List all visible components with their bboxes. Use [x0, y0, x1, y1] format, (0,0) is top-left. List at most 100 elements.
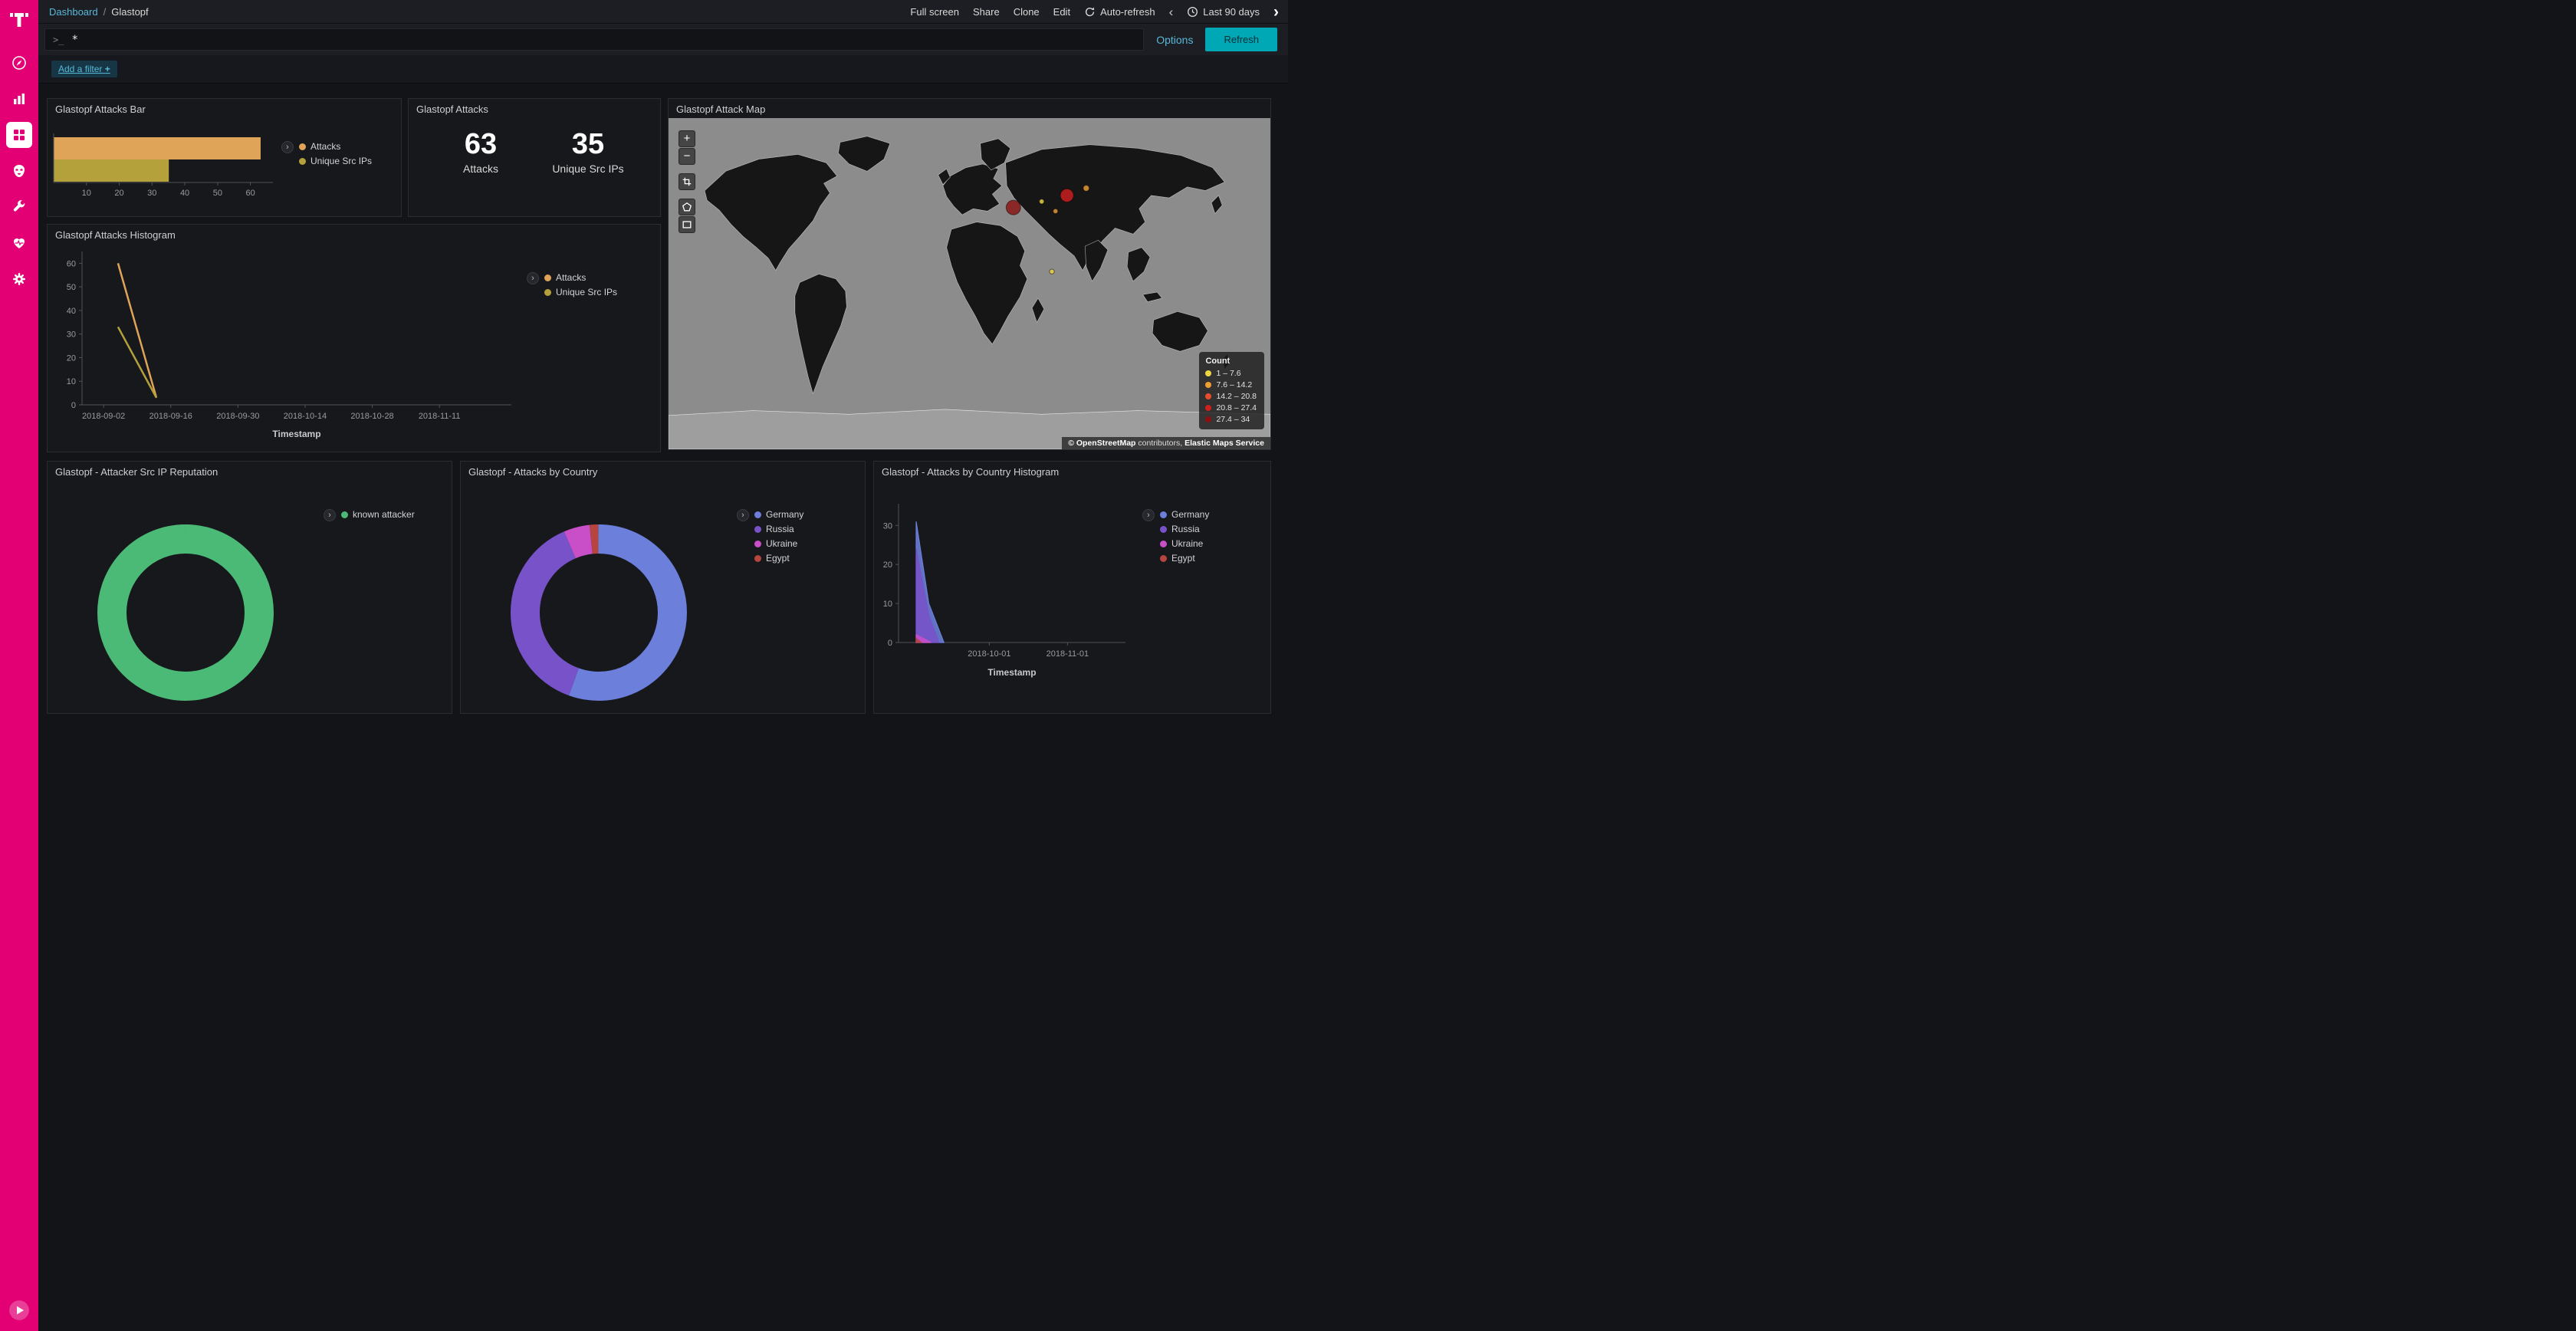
ems-attribution[interactable]: Elastic Maps Service: [1184, 439, 1264, 448]
svg-text:20: 20: [883, 560, 892, 570]
legend-item[interactable]: Ukraine: [754, 538, 803, 549]
legend-color-dot: [754, 526, 761, 533]
svg-text:2018-11-01: 2018-11-01: [1046, 649, 1089, 659]
osm-attribution[interactable]: © OpenStreetMap: [1068, 439, 1135, 448]
fit-data-bounds-button[interactable]: [678, 173, 695, 190]
zoom-in-button[interactable]: +: [678, 130, 695, 147]
panel-attacks-by-country: Glastopf - Attacks by Country ›GermanyRu…: [460, 461, 866, 714]
mask-icon: [12, 163, 27, 179]
sidebar-item-devtools[interactable]: [6, 194, 32, 220]
edit-button[interactable]: Edit: [1053, 6, 1070, 18]
bar-chart-icon: [12, 91, 27, 107]
sidebar-item-honeypot[interactable]: [6, 158, 32, 184]
metric-attacks: 63 Attacks: [439, 129, 523, 175]
legend-color-dot: [544, 289, 551, 296]
sidebar-item-monitoring[interactable]: [6, 230, 32, 256]
svg-text:50: 50: [213, 189, 222, 198]
legend-label: known attacker: [353, 509, 415, 520]
panel-title: Glastopf Attacks Bar: [48, 99, 401, 118]
draw-rectangle-button[interactable]: [678, 216, 695, 233]
sidebar-item-management[interactable]: [6, 266, 32, 292]
attacks-histogram-chart[interactable]: 01020304050602018-09-022018-09-162018-09…: [48, 244, 527, 447]
clone-button[interactable]: Clone: [1014, 6, 1040, 18]
legend-item[interactable]: Ukraine: [1160, 538, 1209, 549]
legend-item[interactable]: Russia: [1160, 524, 1209, 534]
svg-text:2018-09-16: 2018-09-16: [150, 412, 192, 421]
sidebar-expand-button[interactable]: [8, 1299, 31, 1322]
svg-text:30: 30: [147, 189, 156, 198]
crop-icon: [682, 176, 692, 187]
sidebar-item-discover[interactable]: [6, 50, 32, 76]
legend-label: Ukraine: [1171, 538, 1203, 549]
attacks-histogram-legend: › Attacks Unique Src IPs: [527, 244, 622, 452]
legend-toggle-icon[interactable]: ›: [324, 509, 336, 521]
legend-color-dot: [754, 541, 761, 547]
full-screen-button[interactable]: Full screen: [910, 6, 959, 18]
map-legend-label: 14.2 – 20.8: [1216, 392, 1257, 401]
time-range-button[interactable]: Last 90 days: [1187, 6, 1260, 18]
legend-toggle-icon[interactable]: ›: [281, 141, 294, 153]
metric-value: 63: [439, 129, 523, 161]
t-mobile-logo[interactable]: [8, 8, 31, 33]
panel-title: Glastopf Attacks Histogram: [48, 225, 660, 244]
legend-toggle-icon[interactable]: ›: [737, 509, 749, 521]
legend-color-dot: [299, 158, 306, 165]
legend-items: Attacks Unique Src IPs: [544, 272, 617, 297]
svg-text:0: 0: [71, 401, 76, 410]
sidebar-item-visualize[interactable]: [6, 86, 32, 112]
legend-item[interactable]: Germany: [754, 509, 803, 520]
zoom-out-button[interactable]: −: [678, 148, 695, 165]
metric-value: 35: [546, 129, 630, 161]
legend-toggle-icon[interactable]: ›: [1142, 509, 1155, 521]
legend-item[interactable]: Egypt: [754, 553, 803, 564]
legend-toggle-icon[interactable]: ›: [527, 272, 539, 284]
query-options-link[interactable]: Options: [1156, 34, 1193, 46]
draw-polygon-button[interactable]: [678, 199, 695, 215]
legend-item[interactable]: Egypt: [1160, 553, 1209, 564]
dashboard-icon: [12, 127, 27, 143]
share-button[interactable]: Share: [973, 6, 1000, 18]
time-forward-button[interactable]: ›: [1273, 4, 1279, 20]
dashboard-grid: Glastopf Attacks Bar 102030405060 ›Attac…: [38, 84, 1288, 666]
svg-text:50: 50: [67, 283, 76, 292]
attacks-bar-chart[interactable]: 102030405060: [48, 118, 281, 213]
auto-refresh-button[interactable]: Auto-refresh: [1084, 6, 1155, 18]
add-filter-link[interactable]: Add a filter +: [51, 61, 117, 77]
legend-item[interactable]: known attacker: [341, 509, 415, 520]
svg-text:20: 20: [67, 353, 76, 363]
legend-color-dot: [1160, 541, 1167, 547]
attacks-bar-legend: › Attacks Unique Src IPs: [281, 118, 376, 216]
terminal-prompt-icon: >_: [53, 35, 64, 45]
attacks-by-country-area-chart[interactable]: 01020302018-10-012018-11-01Timestamp: [874, 481, 1142, 712]
legend-label: Attacks: [556, 272, 586, 283]
legend-item[interactable]: Russia: [754, 524, 803, 534]
svg-text:60: 60: [245, 189, 255, 198]
sidebar-item-dashboard[interactable]: [6, 122, 32, 148]
svg-text:2018-09-30: 2018-09-30: [216, 412, 259, 421]
time-back-button[interactable]: ‹: [1169, 5, 1174, 18]
main-area: Dashboard / Glastopf Full screen Share C…: [38, 0, 1288, 666]
legend-item[interactable]: Unique Src IPs: [544, 287, 617, 297]
map-count-legend: Count 1 – 7.67.6 – 14.214.2 – 20.820.8 –…: [1199, 352, 1264, 429]
breadcrumb-current: Glastopf: [111, 6, 148, 18]
filter-bar: Add a filter +: [38, 55, 1288, 84]
ip-reputation-donut-chart[interactable]: [48, 481, 324, 712]
legend-item[interactable]: Germany: [1160, 509, 1209, 520]
attack-map[interactable]: + −: [669, 118, 1270, 449]
metric-group: 63 Attacks 35 Unique Src IPs: [409, 118, 660, 216]
query-input[interactable]: >_ *: [44, 28, 1144, 51]
legend-item[interactable]: Unique Src IPs: [299, 156, 372, 166]
time-range-label: Last 90 days: [1203, 6, 1260, 18]
legend-item[interactable]: Attacks: [299, 141, 372, 152]
heartbeat-icon: [12, 235, 27, 251]
legend-item[interactable]: Attacks: [544, 272, 617, 283]
legend-color-dot: [544, 274, 551, 281]
attacks-by-country-donut-chart[interactable]: [461, 481, 737, 712]
map-legend-item: 27.4 – 34: [1205, 415, 1257, 424]
refresh-button[interactable]: Refresh: [1205, 28, 1277, 51]
top-navigation-bar: Dashboard / Glastopf Full screen Share C…: [38, 0, 1288, 23]
breadcrumb-dashboard-link[interactable]: Dashboard: [49, 6, 98, 18]
world-map[interactable]: [669, 118, 1270, 449]
legend-color-dot: [299, 143, 306, 150]
panel-attacks-metric: Glastopf Attacks 63 Attacks 35 Unique Sr…: [408, 98, 661, 217]
